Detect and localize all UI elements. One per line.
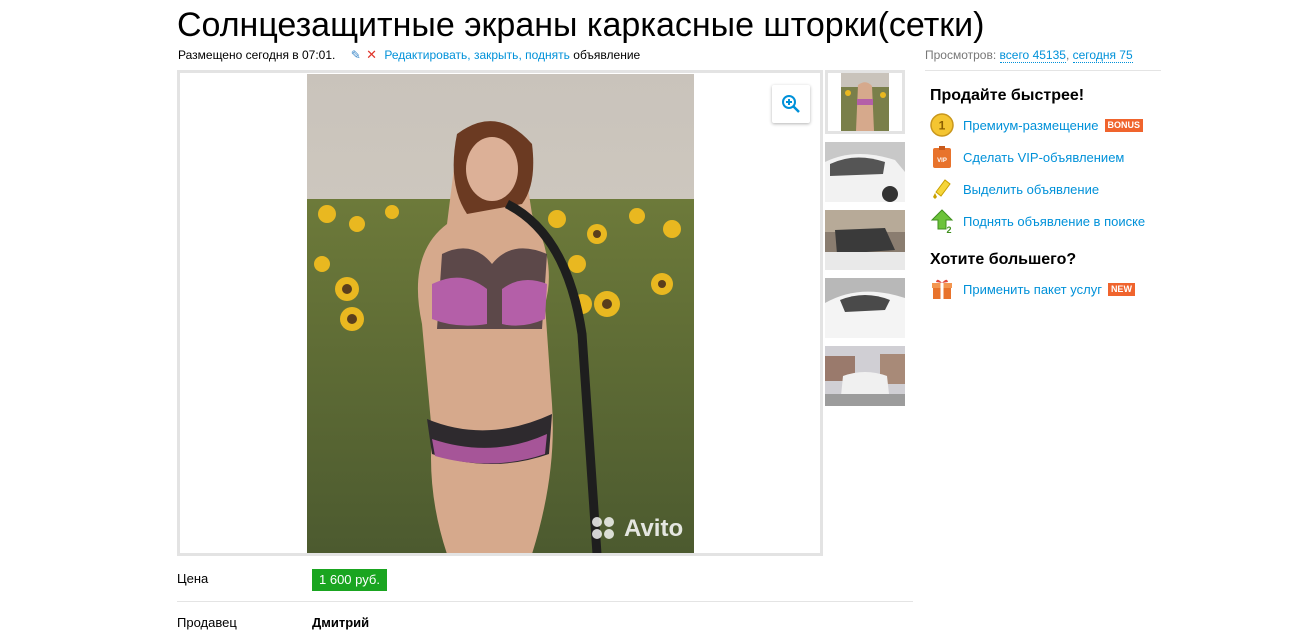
- close-x-icon[interactable]: ✕: [366, 47, 377, 62]
- seller-label: Продавец: [177, 615, 237, 630]
- price-value: 1 600 руб.: [312, 569, 387, 591]
- edit-link[interactable]: Редактировать: [384, 48, 467, 62]
- vip-link[interactable]: Сделать VIP-объявлением: [963, 150, 1124, 165]
- new-badge: NEW: [1107, 282, 1135, 296]
- page-title: Солнцезащитные экраны каркасные шторки(с…: [177, 6, 985, 44]
- seller-name: Дмитрий: [312, 615, 370, 630]
- views-label: Просмотров:: [925, 48, 997, 62]
- promo-item-package[interactable]: Применить пакет услуг NEW: [930, 277, 1135, 301]
- views-total-link[interactable]: всего 45135: [999, 48, 1066, 63]
- premium-coin-icon: 1: [930, 113, 954, 137]
- watermark-text: Avito: [624, 515, 683, 542]
- main-photo-frame[interactable]: Avito: [177, 70, 823, 556]
- highlighter-icon: [933, 179, 951, 199]
- zoom-in-icon: [782, 95, 800, 113]
- thumbnail-4[interactable]: [825, 278, 905, 338]
- promo-item-highlight[interactable]: Выделить объявление: [930, 177, 1099, 201]
- raise-ad-link[interactable]: Поднять объявление в поиске: [963, 214, 1145, 229]
- price-label: Цена: [177, 571, 209, 586]
- promo-item-premium[interactable]: 1 Премиум-размещение BONUS: [930, 113, 1144, 137]
- bonus-badge: BONUS: [1104, 118, 1144, 132]
- promo-item-vip[interactable]: VIP Сделать VIP-объявлением: [930, 145, 1124, 169]
- svg-text:2: 2: [946, 225, 951, 233]
- premium-link[interactable]: Премиум-размещение: [963, 118, 1099, 133]
- up-arrow-icon: 2: [930, 209, 954, 233]
- main-photo[interactable]: Avito: [307, 74, 694, 553]
- svg-text:VIP: VIP: [937, 158, 947, 164]
- views-today-link[interactable]: сегодня 75: [1072, 48, 1133, 63]
- sell-faster-heading: Продайте быстрее!: [930, 87, 1085, 104]
- zoom-button[interactable]: [772, 85, 810, 123]
- divider: [925, 70, 1161, 71]
- promo-item-raise[interactable]: 2 Поднять объявление в поиске: [930, 209, 1145, 233]
- vip-badge-icon: VIP: [933, 146, 951, 168]
- listing-meta: Размещено сегодня в 07:01. ✎ ✕ Редактиро…: [178, 47, 641, 62]
- ad-suffix: объявление: [573, 48, 641, 62]
- thumbnail-3[interactable]: [825, 210, 905, 270]
- view-counter: Просмотров: всего 45135, сегодня 75: [925, 48, 1133, 63]
- raise-link[interactable]: поднять: [525, 48, 570, 62]
- thumbnail-5[interactable]: [825, 346, 905, 406]
- close-link[interactable]: закрыть: [474, 48, 518, 62]
- posted-time: Размещено сегодня в 07:01.: [178, 48, 336, 62]
- gift-box-icon: [932, 279, 952, 299]
- svg-text:1: 1: [939, 119, 946, 133]
- divider: [177, 601, 913, 602]
- thumbnail-2[interactable]: [825, 142, 905, 202]
- highlight-link[interactable]: Выделить объявление: [963, 182, 1099, 197]
- thumbnail-1[interactable]: [825, 70, 905, 134]
- pencil-icon[interactable]: ✎: [351, 48, 361, 62]
- want-more-heading: Хотите большего?: [930, 251, 1077, 268]
- package-link[interactable]: Применить пакет услуг: [963, 282, 1102, 297]
